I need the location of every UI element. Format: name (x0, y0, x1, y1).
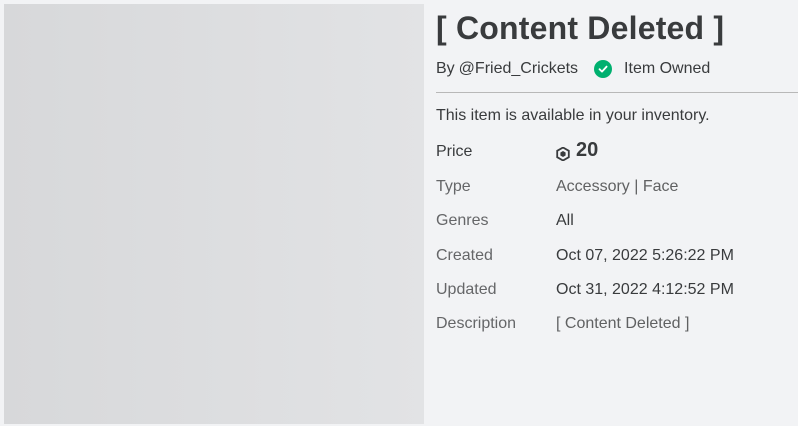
availability-text: This item is available in your inventory… (436, 107, 710, 124)
item-details-panel: [ Content Deleted ] By @Fried_Crickets I… (436, 0, 798, 426)
item-title: [ Content Deleted ] (436, 10, 725, 46)
creator-link[interactable]: @Fried_Crickets (459, 60, 578, 78)
item-owned-badge: Item Owned (594, 60, 710, 78)
genres-label: Genres (436, 212, 489, 229)
price-amount: 20 (576, 139, 599, 161)
by-prefix: By (436, 60, 455, 77)
updated-label: Updated (436, 281, 497, 298)
created-value: Oct 07, 2022 5:26:22 PM (556, 247, 734, 264)
description-value: [ Content Deleted ] (556, 315, 690, 332)
genres-value: All (556, 212, 574, 229)
created-label: Created (436, 247, 493, 264)
owned-label: Item Owned (624, 60, 711, 77)
description-label: Description (436, 315, 517, 332)
updated-value: Oct 31, 2022 4:12:52 PM (556, 281, 734, 298)
type-value[interactable]: Accessory | Face (556, 178, 678, 196)
price-value: 20 (556, 139, 598, 162)
robux-icon (556, 144, 570, 162)
type-label: Type (436, 178, 471, 195)
divider (436, 92, 798, 93)
price-label: Price (436, 143, 473, 160)
check-circle-icon (594, 60, 613, 78)
item-thumbnail (4, 4, 424, 424)
item-byline: By @Fried_Crickets Item Owned (436, 60, 710, 78)
